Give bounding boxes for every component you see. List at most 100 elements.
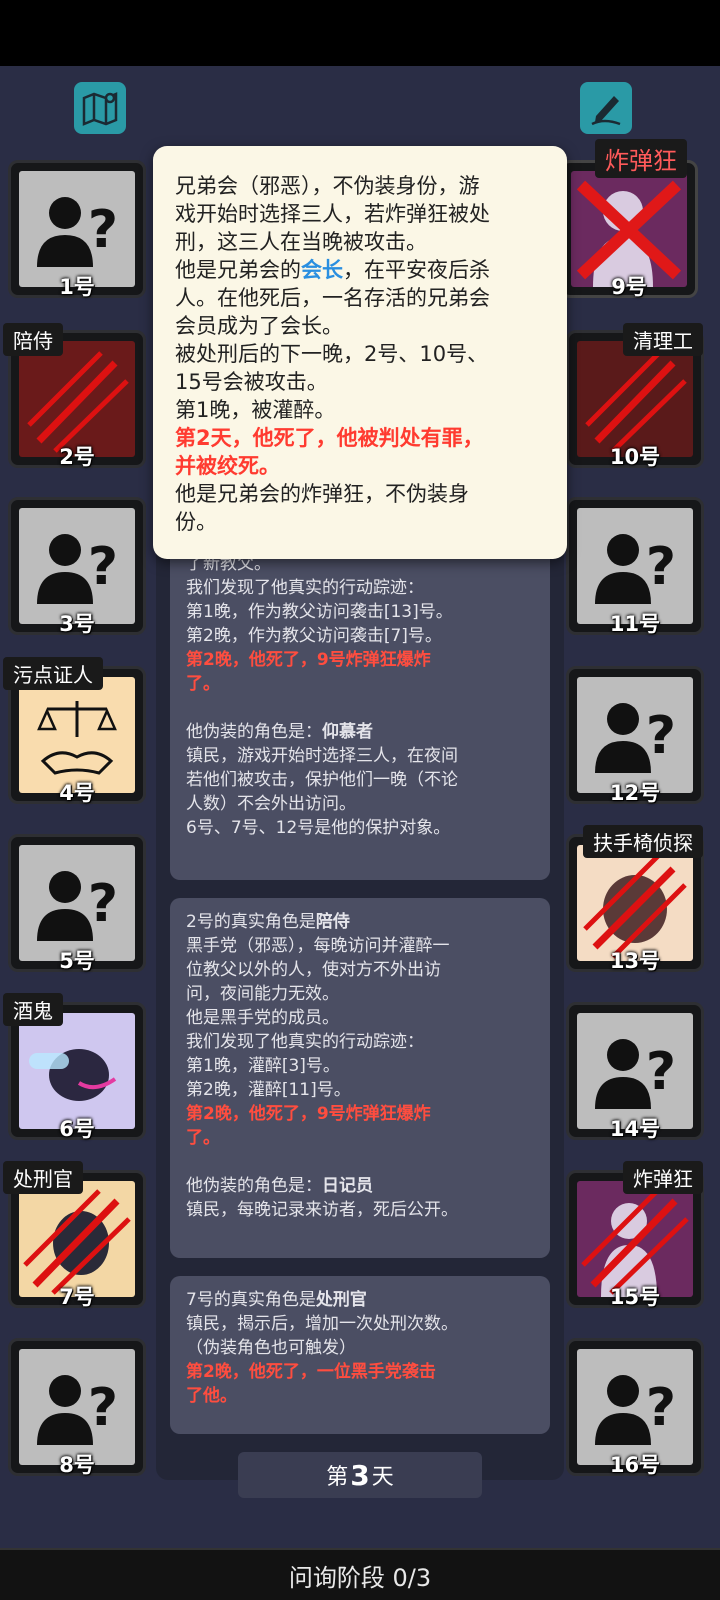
role-tag: 污点证人	[3, 657, 103, 690]
player-number: 8号	[59, 1453, 95, 1477]
player-slot-9[interactable]: 炸弹狂 9号	[560, 139, 698, 299]
log-card: 7号的真实角色是处刑官 镇民，揭示后，增加一次处刑次数。 （伪装角色也可触发） …	[170, 1276, 550, 1434]
player-number: 14号	[609, 1117, 661, 1141]
role-info-popup[interactable]: 兄弟会（邪恶），不伪装身份，游 戏开始时选择三人，若炸弹狂被处 刑，这三人在当晚…	[153, 146, 567, 559]
log-line: 我们发现了他真实的行动踪迹：	[186, 1032, 424, 1052]
log-line: 位教父以外的人，使对方不外出访	[186, 960, 441, 980]
real-role-line: 7号的真实角色是处刑官	[186, 1288, 534, 1312]
unknown-player-icon: ?	[37, 871, 118, 941]
log-line: 若他们被攻击，保护他们一晚（不论	[186, 770, 458, 790]
log-line: 黑手党（邪恶），每晚访问并灌醉一	[186, 936, 450, 956]
svg-text:?: ?	[646, 1042, 676, 1102]
role-tag: 炸弹狂	[623, 1161, 703, 1194]
claw-mark-icon	[27, 351, 129, 453]
day-suffix: 天	[371, 1465, 394, 1490]
popup-text: ，在平安夜后杀	[343, 258, 490, 282]
log-line: 镇民，每晚记录来访者，死后公开。	[186, 1200, 458, 1220]
fake-role-line: 他伪装的角色是：日记员	[186, 1174, 534, 1198]
role-tag: 酒鬼	[3, 993, 63, 1026]
role-name: 日记员	[322, 1176, 373, 1196]
player-slot-11[interactable]: ? 11号	[566, 497, 704, 636]
player-slot-6[interactable]: 酒鬼 6号	[3, 993, 146, 1141]
log-line: 人数）不会外出访问。	[186, 794, 356, 814]
player-number: 4号	[59, 781, 95, 805]
real-role-line: 2号的真实角色是陪侍	[186, 910, 534, 934]
player-number: 7号	[59, 1285, 95, 1309]
player-number: 5号	[59, 949, 95, 973]
role-name: 仰慕者	[322, 722, 373, 742]
log-line: 第2晚，作为教父访问袭击[7]号。	[186, 626, 442, 646]
popup-line: 被处刑后的下一晚，2号、10号、	[175, 342, 489, 366]
popup-line: 刑，这三人在当晚被攻击。	[175, 230, 427, 254]
executioner-avatar	[19, 1181, 135, 1297]
player-slot-13[interactable]: 扶手椅侦探 13号	[566, 825, 704, 973]
role-tag: 扶手椅侦探	[583, 825, 703, 858]
player-number: 9号	[611, 275, 647, 299]
log-line: 问，夜间能力无效。	[186, 984, 339, 1004]
claw-mark-icon	[581, 1189, 689, 1297]
bomber-avatar	[577, 1181, 693, 1297]
role-name: 陪侍	[315, 912, 350, 932]
player-slot-14[interactable]: ? 14号	[566, 1002, 704, 1141]
death-line: 第2晚，他死了，一位黑手党袭击	[186, 1362, 436, 1382]
janitor-avatar	[577, 341, 693, 457]
popup-line: 第1晚，被灌醉。	[175, 398, 336, 422]
log-line: 第2晚，灌醉[11]号。	[186, 1080, 351, 1100]
unknown-avatar: ?	[19, 845, 135, 961]
log-card: 2号的真实角色是陪侍 黑手党（邪恶），每晚访问并灌醉一 位教父以外的人，使对方不…	[170, 898, 550, 1258]
unknown-player-icon: ?	[595, 534, 676, 604]
log-line: 他是黑手党的成员。	[186, 1008, 339, 1028]
log-text: 2号的真实角色是	[186, 912, 316, 932]
player-slot-7[interactable]: 处刑官 7号	[3, 1161, 146, 1309]
player-number: 15号	[609, 1285, 661, 1309]
player-number: 13号	[609, 949, 661, 973]
player-slot-3[interactable]: ? 3号	[8, 497, 146, 636]
player-slot-1[interactable]: ? 1号	[8, 160, 146, 299]
svg-text:?: ?	[646, 537, 676, 597]
notes-pen-icon	[591, 96, 621, 126]
log-line: 第1晚，作为教父访问袭击[13]号。	[186, 602, 453, 622]
unknown-player-icon: ?	[37, 534, 118, 604]
role-tag: 陪侍	[3, 323, 63, 356]
svg-text:?: ?	[88, 537, 118, 597]
unknown-player-icon: ?	[37, 197, 118, 267]
player-slot-4[interactable]: 污点证人 4号	[3, 657, 146, 805]
death-line: 第2天，他死了，他被判处有罪，	[175, 426, 484, 450]
player-slot-8[interactable]: ? 8号	[8, 1338, 146, 1477]
popup-line: 戏开始时选择三人，若炸弹狂被处	[175, 202, 490, 226]
unknown-avatar: ?	[577, 1349, 693, 1465]
player-slot-10[interactable]: 清理工 10号	[566, 323, 704, 469]
claw-mark-icon	[585, 351, 687, 453]
president-link[interactable]: 会长	[301, 258, 343, 282]
player-slot-12[interactable]: ? 12号	[566, 666, 704, 805]
executed-cross-icon	[576, 180, 682, 287]
unknown-avatar: ?	[577, 1013, 693, 1129]
player-slot-16[interactable]: ? 16号	[566, 1338, 704, 1477]
svg-text:?: ?	[646, 706, 676, 766]
map-button[interactable]	[74, 82, 126, 134]
player-slot-15[interactable]: 炸弹狂 15号	[566, 1161, 704, 1309]
unknown-avatar: ?	[577, 508, 693, 624]
log-line: 我们发现了他真实的行动踪迹：	[186, 578, 424, 598]
svg-text:?: ?	[646, 1378, 676, 1438]
claw-mark-icon	[583, 853, 687, 959]
drunk-avatar	[19, 1013, 135, 1129]
popup-line: 人。在他死后，一名存活的兄弟会	[175, 286, 490, 310]
phase-bar[interactable]: 问询阶段 0/3	[0, 1548, 720, 1600]
player-number: 2号	[59, 445, 95, 469]
armchair-detective-avatar	[577, 845, 693, 961]
notes-button[interactable]	[580, 82, 632, 134]
log-line: 第1晚，灌醉[3]号。	[186, 1056, 340, 1076]
unknown-avatar: ?	[19, 1349, 135, 1465]
player-slot-5[interactable]: ? 5号	[8, 834, 146, 973]
phase-label: 问询阶段 0/3	[288, 1563, 432, 1592]
log-line: （伪装角色也可触发）	[186, 1338, 356, 1358]
player-slot-2[interactable]: 陪侍 2号	[3, 323, 146, 469]
log-text: 他伪装的角色是：	[186, 722, 322, 742]
day-prefix: 第	[326, 1465, 349, 1490]
escort-avatar	[19, 341, 135, 457]
log-text: 他伪装的角色是：	[186, 1176, 322, 1196]
bomber-avatar	[571, 171, 687, 287]
unknown-player-icon: ?	[595, 1039, 676, 1109]
death-line: 并被绞死。	[175, 454, 280, 478]
